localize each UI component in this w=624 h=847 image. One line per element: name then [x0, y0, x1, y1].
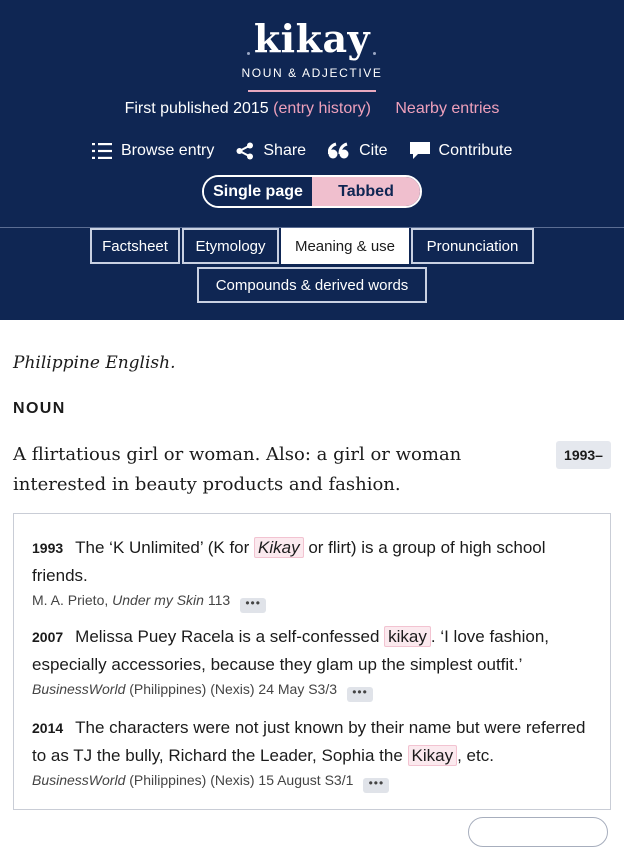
quotation-item: 1993 The ‘K Unlimited’ (K for Kikay or fl… — [32, 534, 594, 613]
quotation-source: M. A. Prieto, Under my Skin 113 ••• — [32, 589, 594, 613]
partial-button[interactable] — [468, 817, 608, 847]
quote-icon — [327, 142, 350, 160]
quotation-source: BusinessWorld (Philippines) (Nexis) 24 M… — [32, 678, 594, 702]
entry-header: kikay NOUN & ADJECTIVE First published 2… — [0, 0, 624, 320]
quotations-panel: 1993 The ‘K Unlimited’ (K for Kikay or fl… — [13, 513, 611, 810]
quotation-highlight: kikay — [384, 626, 431, 647]
quotation-highlight: Kikay — [407, 745, 458, 766]
share-button[interactable]: Share — [236, 142, 306, 160]
source-details: (Philippines) (Nexis) 15 August S3/1 — [125, 772, 354, 788]
quotation-text-before: Melissa Puey Racela is a self-confessed — [75, 627, 385, 646]
browse-entry-button[interactable]: Browse entry — [92, 142, 214, 160]
first-published-text: First published 2015 — [124, 100, 269, 117]
cite-label: Cite — [359, 142, 388, 159]
headword: kikay — [253, 16, 371, 61]
single-page-option[interactable]: Single page — [204, 177, 312, 206]
quotation-item: 2014 The characters were not just known b… — [32, 714, 594, 793]
quotation-text-before: The characters were not just known by th… — [32, 718, 586, 765]
publication-row: First published 2015 (entry history) Nea… — [0, 100, 624, 118]
source-details: 113 — [203, 592, 231, 608]
tabbed-option[interactable]: Tabbed — [312, 177, 420, 206]
quotation-text: 2014 The characters were not just known b… — [32, 714, 594, 769]
sense-definition: A flirtatious girl or woman. Also: a gir… — [13, 444, 462, 495]
entry-history-link[interactable]: (entry history) — [273, 100, 371, 117]
tab-etymology[interactable]: Etymology — [182, 228, 279, 264]
tab-pronunciation[interactable]: Pronunciation — [411, 228, 534, 264]
sense-date-badge[interactable]: 1993– — [556, 441, 611, 469]
quotation-text: 1993 The ‘K Unlimited’ (K for Kikay or fl… — [32, 534, 594, 589]
cite-button[interactable]: Cite — [327, 142, 388, 160]
contribute-button[interactable]: Contribute — [409, 142, 513, 160]
quotation-year: 1993 — [32, 540, 64, 556]
nearby-entries-link[interactable]: Nearby entries — [395, 100, 499, 117]
quotation-highlight: Kikay — [254, 537, 304, 558]
tab-factsheet[interactable]: Factsheet — [90, 228, 180, 264]
share-icon — [236, 142, 254, 160]
more-options-button[interactable]: ••• — [240, 597, 267, 613]
share-label: Share — [263, 142, 307, 159]
source-title: Under my Skin — [112, 592, 204, 608]
variety-label: Philippine English. — [13, 353, 176, 373]
tab-meaning-and-use[interactable]: Meaning & use — [281, 228, 409, 264]
source-author: M. A. Prieto, — [32, 592, 113, 608]
list-icon — [92, 142, 112, 160]
source-title: BusinessWorld — [32, 772, 126, 788]
contribute-label: Contribute — [438, 142, 513, 159]
source-title: BusinessWorld — [32, 681, 126, 697]
quotation-year: 2007 — [32, 629, 64, 645]
quotation-item: 2007 Melissa Puey Racela is a self-confes… — [32, 623, 594, 702]
quotation-source: BusinessWorld (Philippines) (Nexis) 15 A… — [32, 769, 594, 793]
browse-entry-label: Browse entry — [121, 142, 215, 159]
source-details: (Philippines) (Nexis) 24 May S3/3 — [125, 681, 338, 697]
headword-underline — [248, 90, 376, 92]
quotation-year: 2014 — [32, 720, 64, 736]
more-options-button[interactable]: ••• — [347, 686, 374, 702]
view-mode-toggle: Single page Tabbed — [202, 175, 422, 208]
pos-heading: NOUN — [13, 400, 66, 417]
quotation-text-before: The ‘K Unlimited’ (K for — [75, 538, 255, 557]
tab-compounds-and-derived-words[interactable]: Compounds & derived words — [197, 267, 427, 303]
decorative-dot — [373, 52, 376, 55]
quotation-text: 2007 Melissa Puey Racela is a self-confes… — [32, 623, 594, 678]
entry-actions: Browse entry Share Cite Contribute — [92, 142, 512, 160]
speech-bubble-icon — [409, 142, 430, 160]
quotation-text-after: , etc. — [457, 746, 494, 765]
more-options-button[interactable]: ••• — [363, 777, 390, 793]
part-of-speech-label: NOUN & ADJECTIVE — [241, 66, 383, 80]
